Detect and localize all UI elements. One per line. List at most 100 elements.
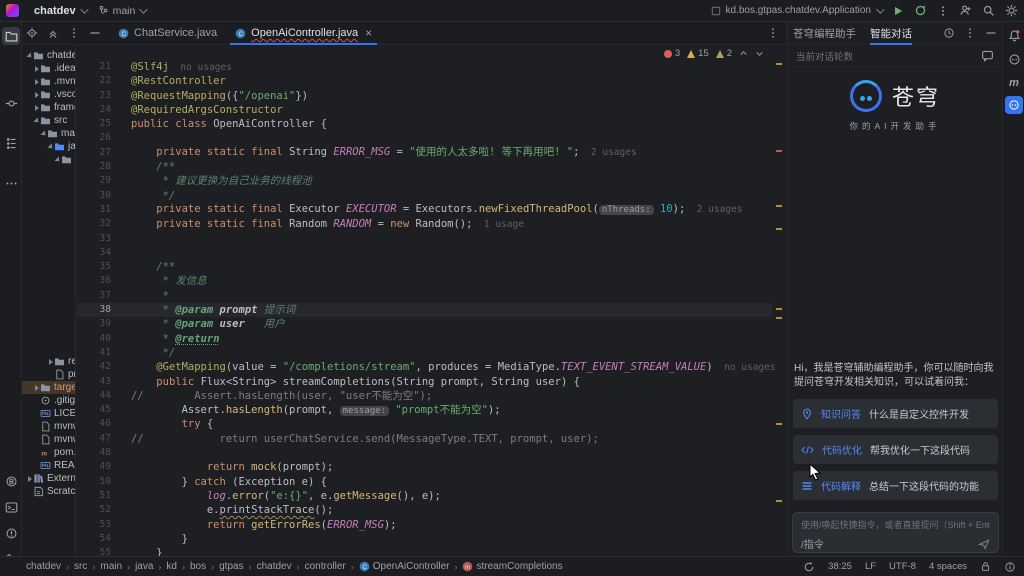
notifications-status-icon[interactable] <box>1004 561 1016 573</box>
code-line-22[interactable]: 22@RestController <box>77 74 772 88</box>
code-line-51[interactable]: 51 log.error("e:{}", e.getMessage(), e); <box>77 489 772 503</box>
history-icon[interactable] <box>943 27 955 39</box>
tree-item-Scratches and Consoles[interactable]: Scratches and Consoles <box>22 485 76 498</box>
breadcrumb-item-bos[interactable]: bos <box>190 561 206 572</box>
new-chat-icon[interactable] <box>981 49 994 62</box>
background-tasks-icon[interactable] <box>803 561 815 573</box>
structure-tool-icon[interactable] <box>2 134 20 152</box>
tree-item-mvnw[interactable]: mvnw <box>22 420 76 433</box>
code-line-36[interactable]: 36 * 发信息 <box>77 274 772 288</box>
line-separator[interactable]: LF <box>865 561 876 572</box>
breadcrumb-item-OpenAiController[interactable]: COpenAiController <box>359 561 450 572</box>
notifications-bell-icon[interactable] <box>1005 26 1023 44</box>
tree-item-.gitignore[interactable]: .gitignore <box>22 394 76 407</box>
code-line-50[interactable]: 50 } catch (Exception e) { <box>77 475 772 489</box>
code-line-25[interactable]: 25public class OpenAiController { <box>77 117 772 131</box>
chat-input-box[interactable]: 使用/唤起快捷指令，或者直接提问（Shift + Enter 换行） /指令 <box>792 512 999 553</box>
build-tool-icon[interactable] <box>2 472 20 490</box>
code-line-41[interactable]: 41 */ <box>77 346 772 360</box>
code-line-46[interactable]: 46 try { <box>77 417 772 431</box>
tree-item-LICENSE[interactable]: LICENSE <box>22 407 76 420</box>
problems-tool-icon[interactable] <box>2 524 20 542</box>
tree-item-framework[interactable]: framework <box>22 101 76 114</box>
file-encoding[interactable]: UTF-8 <box>889 561 916 572</box>
caret-position[interactable]: 38:25 <box>828 561 852 572</box>
collapse-all-icon[interactable] <box>47 27 59 39</box>
settings-gear-icon[interactable] <box>1005 4 1018 17</box>
code-line-43[interactable]: 43 public Flux<String> streamCompletions… <box>77 375 772 389</box>
inspections-widget[interactable]: 3 15 2 <box>664 48 764 59</box>
breadcrumb-item-gtpas[interactable]: gtpas <box>219 561 243 572</box>
tree-item-External Libraries[interactable]: External Libraries <box>22 472 76 485</box>
tree-item-resources[interactable]: resources <box>22 355 76 368</box>
vcs-branch-widget[interactable]: main <box>92 2 152 20</box>
minimize-panel-icon[interactable] <box>985 27 997 39</box>
code-line-40[interactable]: 40 * @return <box>77 332 772 346</box>
hide-panel-icon[interactable] <box>89 27 101 39</box>
editor-tab-ChatService.java[interactable]: CChatService.java <box>109 22 226 44</box>
cangqiong-assistant-icon[interactable] <box>1005 96 1023 114</box>
code-line-37[interactable]: 37 * <box>77 289 772 303</box>
panel-kebab-icon[interactable] <box>964 27 976 39</box>
breadcrumb-item-main[interactable]: main <box>100 561 122 572</box>
breadcrumb-item-chatdev[interactable]: chatdev <box>26 561 61 572</box>
code-line-33[interactable]: 33 <box>77 232 772 246</box>
code-line-52[interactable]: 52 e.printStackTrace(); <box>77 503 772 517</box>
code-line-23[interactable]: 23@RequestMapping({"/openai"}) <box>77 89 772 103</box>
code-line-32[interactable]: 32 private static final Random RANDOM = … <box>77 217 772 231</box>
maven-tool-icon[interactable]: m <box>1005 74 1023 92</box>
locate-file-icon[interactable] <box>26 27 38 39</box>
more-actions-kebab-icon[interactable] <box>937 5 949 17</box>
editor-tab-OpenAiController.java[interactable]: COpenAiController.java× <box>226 22 381 44</box>
code-with-me-user-icon[interactable] <box>959 4 972 17</box>
tree-item-pom.xml[interactable]: mpom.xml <box>22 446 76 459</box>
code-line-53[interactable]: 53 return getErrorRes(ERROR_MSG); <box>77 518 772 532</box>
code-line-35[interactable]: 35 /** <box>77 260 772 274</box>
tree-item-.idea[interactable]: .idea <box>22 62 76 75</box>
assistant-smiley-icon[interactable] <box>1005 50 1023 68</box>
close-icon[interactable]: × <box>365 26 372 40</box>
code-line-39[interactable]: 39 * @param user 用户 <box>77 317 772 331</box>
tree-item-main[interactable]: main <box>22 127 76 140</box>
breadcrumb-item-streamCompletions[interactable]: mstreamCompletions <box>462 561 562 572</box>
run-button[interactable] <box>892 5 904 17</box>
code-line-48[interactable]: 48 <box>77 446 772 460</box>
debug-button[interactable] <box>914 4 927 17</box>
code-line-38[interactable]: 38 * @param prompt 提示词 <box>77 303 772 317</box>
tree-item-java[interactable]: java <box>22 140 76 153</box>
quick-command-placeholder[interactable]: /指令 <box>801 536 824 551</box>
suggestion-card-代码优化[interactable]: 代码优化帮我优化一下这段代码 <box>793 435 998 464</box>
tree-item-mvnw.cmd[interactable]: mvnw.cmd <box>22 433 76 446</box>
code-line-49[interactable]: 49 return mock(prompt); <box>77 460 772 474</box>
code-line-21[interactable]: 21@Slf4j no usages <box>77 60 772 74</box>
code-line-26[interactable]: 26 <box>77 131 772 145</box>
tree-item-clipped[interactable] <box>22 153 76 166</box>
commit-tool-icon[interactable] <box>2 94 20 112</box>
code-line-28[interactable]: 28 /** <box>77 160 772 174</box>
code-line-27[interactable]: 27 private static final String ERROR_MSG… <box>77 146 772 160</box>
tree-item-prompt[interactable]: prompt <box>22 368 76 381</box>
next-problem-icon[interactable] <box>755 49 764 58</box>
breadcrumb-item-controller[interactable]: controller <box>305 561 346 572</box>
tree-item-README.md[interactable]: README.md <box>22 459 76 472</box>
tree-item-.vscode[interactable]: .vscode <box>22 88 76 101</box>
code-line-54[interactable]: 54 } <box>77 532 772 546</box>
code-line-45[interactable]: 45 Assert.hasLength(prompt, message: "pr… <box>77 403 772 417</box>
editor-options-kebab-icon[interactable] <box>767 27 787 39</box>
code-line-55[interactable]: 55 } <box>77 546 772 556</box>
code-line-30[interactable]: 30 */ <box>77 189 772 203</box>
project-tool-icon[interactable] <box>2 27 20 45</box>
search-everywhere-icon[interactable] <box>982 4 995 17</box>
breadcrumb-item-chatdev[interactable]: chatdev <box>257 561 292 572</box>
code-line-31[interactable]: 31 private static final Executor EXECUTO… <box>77 203 772 217</box>
code-line-24[interactable]: 24@RequiredArgsConstructor <box>77 103 772 117</box>
project-widget[interactable]: chatdev <box>28 2 92 20</box>
code-line-47[interactable]: 47// return userChatService.send(Message… <box>77 432 772 446</box>
tree-item-src[interactable]: src <box>22 114 76 127</box>
tree-item-target[interactable]: target <box>22 381 76 394</box>
tree-item-chatdev[interactable]: chatdev <box>22 49 76 62</box>
code-editor[interactable]: 3 15 2 21@Slf4j no usages22@RestControll… <box>77 45 786 556</box>
breadcrumb-item-src[interactable]: src <box>74 561 87 572</box>
send-icon[interactable] <box>978 538 990 550</box>
readonly-lock-icon[interactable] <box>980 561 991 572</box>
